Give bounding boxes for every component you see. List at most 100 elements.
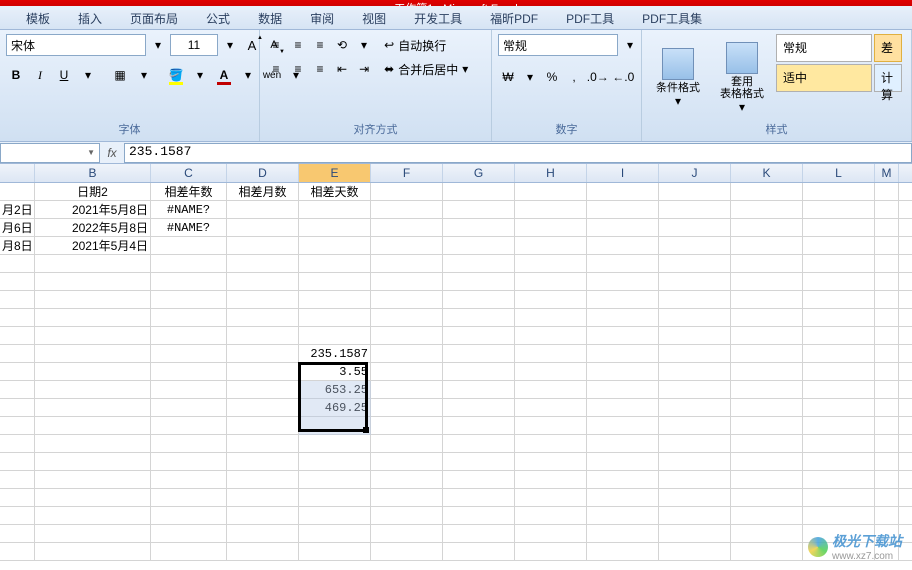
cell[interactable]: [803, 345, 875, 362]
spreadsheet-grid[interactable]: BCDEFGHIJKLM 日期2相差年数相差月数相差天数月2日2021年5月8日…: [0, 164, 912, 568]
cell[interactable]: [659, 399, 731, 416]
cell[interactable]: [371, 363, 443, 380]
cell[interactable]: #NAME?: [151, 201, 227, 218]
cell[interactable]: [659, 327, 731, 344]
cell[interactable]: [443, 345, 515, 362]
cell[interactable]: [875, 201, 899, 218]
cell[interactable]: 653.25: [299, 381, 371, 398]
cell[interactable]: [0, 453, 35, 470]
cell[interactable]: [587, 453, 659, 470]
cell[interactable]: [515, 291, 587, 308]
cond-format-dropdown-icon[interactable]: ▾: [675, 94, 681, 108]
cell[interactable]: [227, 435, 299, 452]
cell[interactable]: [659, 237, 731, 254]
cell[interactable]: [371, 237, 443, 254]
cell[interactable]: [151, 507, 227, 524]
cell[interactable]: [587, 471, 659, 488]
cell[interactable]: [659, 417, 731, 434]
cell[interactable]: [803, 417, 875, 434]
cell[interactable]: [659, 309, 731, 326]
cell[interactable]: [299, 327, 371, 344]
column-header-D[interactable]: D: [227, 164, 299, 182]
cell[interactable]: [371, 291, 443, 308]
cell[interactable]: [227, 255, 299, 272]
cell[interactable]: [35, 309, 151, 326]
cell[interactable]: [0, 471, 35, 488]
cell[interactable]: [875, 489, 899, 506]
style-calc[interactable]: 计算: [874, 64, 902, 92]
cell[interactable]: [587, 201, 659, 218]
cell[interactable]: [443, 363, 515, 380]
cell[interactable]: [443, 381, 515, 398]
cell[interactable]: [371, 255, 443, 272]
cell[interactable]: [587, 435, 659, 452]
currency-button[interactable]: ₩: [498, 66, 518, 88]
cell[interactable]: [35, 453, 151, 470]
cell[interactable]: [803, 327, 875, 344]
cell[interactable]: [0, 381, 35, 398]
cell[interactable]: [731, 363, 803, 380]
underline-dropdown-icon[interactable]: ▾: [78, 64, 98, 86]
cell[interactable]: [875, 363, 899, 380]
column-header-M[interactable]: M: [875, 164, 899, 182]
cell[interactable]: [587, 219, 659, 236]
cell[interactable]: [803, 363, 875, 380]
cell[interactable]: [731, 309, 803, 326]
column-header-J[interactable]: J: [659, 164, 731, 182]
cell[interactable]: [443, 471, 515, 488]
cell[interactable]: [875, 381, 899, 398]
number-format-input[interactable]: [498, 34, 618, 56]
cell[interactable]: [151, 327, 227, 344]
increase-decimal-icon[interactable]: .0→: [586, 66, 610, 88]
conditional-format-button[interactable]: 条件格式 ▾: [648, 34, 708, 121]
cell[interactable]: [875, 327, 899, 344]
cell[interactable]: [443, 183, 515, 200]
bold-button[interactable]: B: [6, 64, 26, 86]
cell[interactable]: [0, 489, 35, 506]
cell[interactable]: [587, 417, 659, 434]
cell[interactable]: [587, 183, 659, 200]
cell[interactable]: [0, 507, 35, 524]
cell[interactable]: [371, 201, 443, 218]
cell[interactable]: [659, 363, 731, 380]
cell[interactable]: [659, 381, 731, 398]
cell[interactable]: [299, 435, 371, 452]
cell[interactable]: [299, 309, 371, 326]
cell[interactable]: [299, 255, 371, 272]
cell[interactable]: [515, 237, 587, 254]
cell[interactable]: [587, 345, 659, 362]
cell[interactable]: [227, 489, 299, 506]
cell[interactable]: [803, 219, 875, 236]
cell[interactable]: [227, 237, 299, 254]
cell[interactable]: [299, 525, 371, 542]
italic-button[interactable]: I: [30, 64, 50, 86]
cell[interactable]: [299, 237, 371, 254]
column-header-I[interactable]: I: [587, 164, 659, 182]
cell[interactable]: 235.1587: [299, 345, 371, 362]
cell[interactable]: [515, 219, 587, 236]
cell[interactable]: [151, 255, 227, 272]
cell[interactable]: [515, 201, 587, 218]
cell[interactable]: [35, 363, 151, 380]
cell[interactable]: [443, 327, 515, 344]
cell[interactable]: [803, 255, 875, 272]
align-middle-icon[interactable]: ≡: [288, 34, 308, 56]
cell[interactable]: [659, 255, 731, 272]
cell[interactable]: [371, 327, 443, 344]
cell[interactable]: [443, 417, 515, 434]
merge-dropdown-icon[interactable]: ▾: [462, 62, 468, 76]
cell[interactable]: [587, 309, 659, 326]
cell[interactable]: [371, 489, 443, 506]
cell[interactable]: [371, 417, 443, 434]
cell[interactable]: [803, 381, 875, 398]
cell[interactable]: [731, 381, 803, 398]
cell[interactable]: [0, 309, 35, 326]
cell[interactable]: [443, 201, 515, 218]
style-bad[interactable]: 差: [874, 34, 902, 62]
cell[interactable]: [659, 183, 731, 200]
cell[interactable]: [443, 309, 515, 326]
cell[interactable]: [0, 435, 35, 452]
merge-center-button[interactable]: ⬌ 合并后居中 ▾: [378, 58, 474, 80]
tab-pdf-toolkit[interactable]: PDF工具集: [628, 6, 716, 29]
cell[interactable]: 2021年5月4日: [35, 237, 151, 254]
